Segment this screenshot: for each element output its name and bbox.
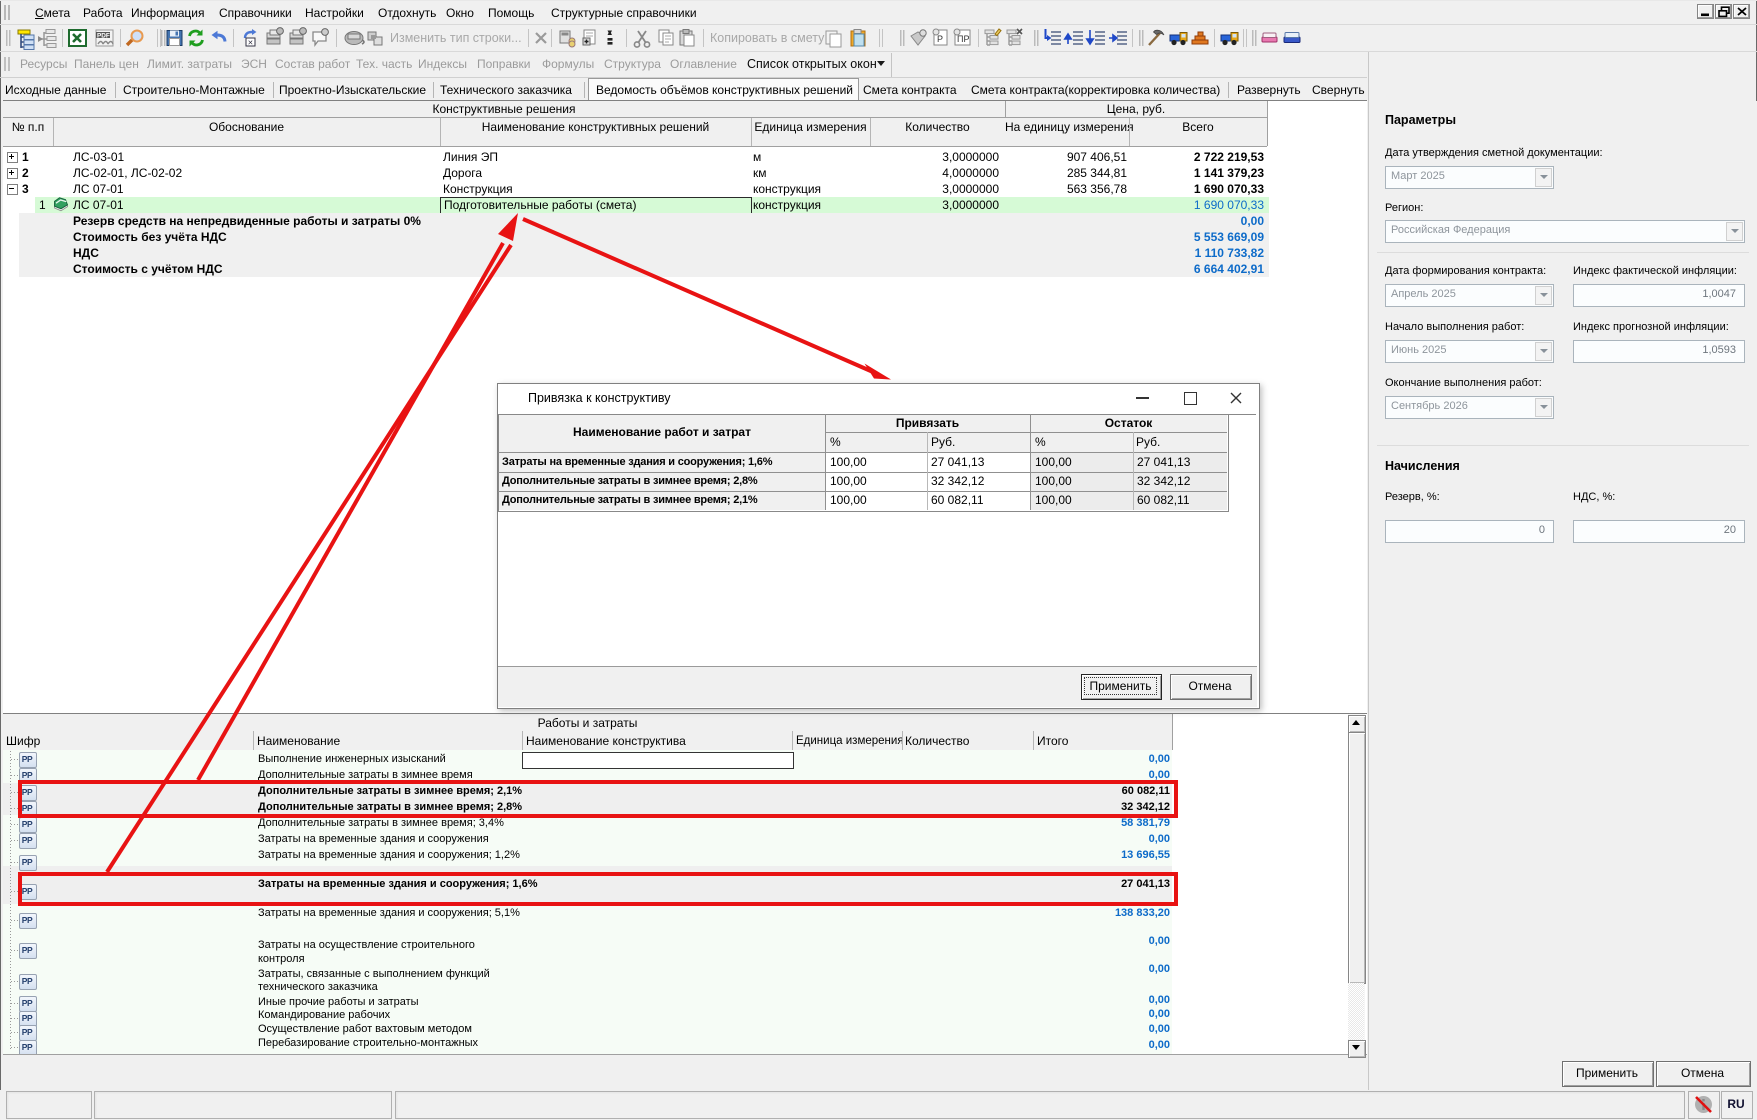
svg-text:Изменить тип строки...: Изменить тип строки... [390, 31, 522, 45]
svg-text:ПР: ПР [957, 34, 969, 44]
svg-text:Р: Р [937, 34, 943, 44]
svg-text:✕: ✕ [248, 40, 254, 47]
svg-text:Копировать в смету: Копировать в смету [710, 31, 825, 45]
svg-text:PDF: PDF [97, 32, 110, 39]
